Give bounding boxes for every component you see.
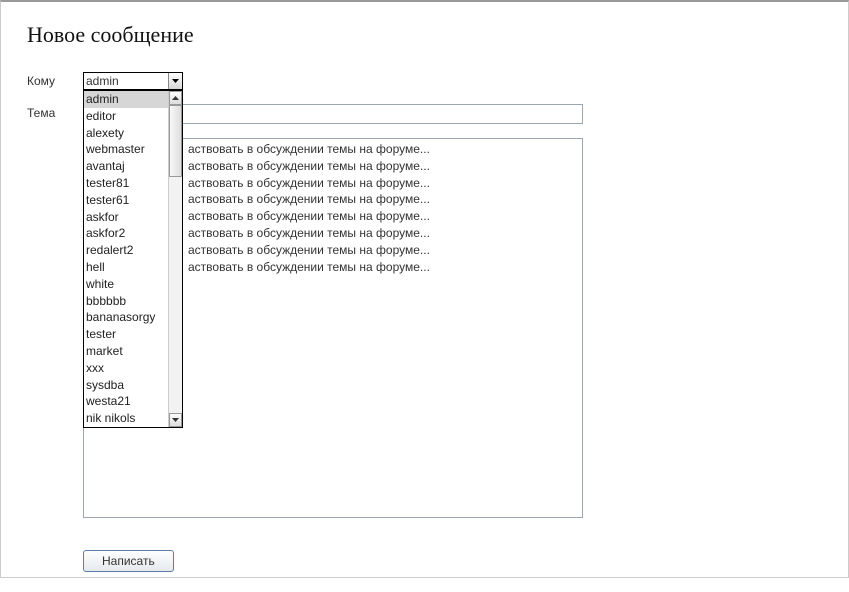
recipient-option[interactable]: westa21 bbox=[84, 393, 168, 410]
recipient-option[interactable]: hell bbox=[84, 259, 168, 276]
recipient-option[interactable]: xxx bbox=[84, 360, 168, 377]
recipient-option[interactable]: editor bbox=[84, 108, 168, 125]
recipient-option[interactable]: white bbox=[84, 276, 168, 293]
scroll-up-icon[interactable] bbox=[169, 91, 182, 105]
recipient-option[interactable]: alexety bbox=[84, 125, 168, 142]
recipient-option[interactable]: admin bbox=[84, 91, 168, 108]
recipient-option[interactable]: bananasorgy bbox=[84, 309, 168, 326]
recipient-dropdown: admin editor alexety webmaster avantaj t… bbox=[83, 90, 183, 428]
recipient-select[interactable]: admin bbox=[83, 72, 183, 90]
scroll-down-icon[interactable] bbox=[169, 413, 182, 427]
recipient-option-list: admin editor alexety webmaster avantaj t… bbox=[84, 91, 168, 427]
recipient-option[interactable]: tester bbox=[84, 326, 168, 343]
subject-label: Тема bbox=[27, 104, 83, 120]
dropdown-scrollbar[interactable] bbox=[168, 91, 182, 427]
chevron-down-icon[interactable] bbox=[168, 73, 182, 89]
recipient-option[interactable]: sysdba bbox=[84, 377, 168, 394]
recipient-option[interactable]: avantaj bbox=[84, 158, 168, 175]
recipient-option[interactable]: tester61 bbox=[84, 192, 168, 209]
recipient-row: Кому admin admin editor alexety webmaste… bbox=[27, 72, 822, 90]
recipient-select-value: admin bbox=[84, 73, 168, 89]
recipient-option[interactable]: webmaster bbox=[84, 141, 168, 158]
recipient-option[interactable]: askfor bbox=[84, 209, 168, 226]
recipient-option[interactable]: market bbox=[84, 343, 168, 360]
page-title: Новое сообщение bbox=[27, 22, 822, 48]
submit-button[interactable]: Написать bbox=[83, 550, 174, 572]
scroll-thumb[interactable] bbox=[169, 105, 182, 177]
recipient-option[interactable]: tester81 bbox=[84, 175, 168, 192]
recipient-option[interactable]: bbbbbb bbox=[84, 293, 168, 310]
to-label: Кому bbox=[27, 72, 83, 88]
scroll-track[interactable] bbox=[169, 105, 182, 413]
recipient-option[interactable]: redalert2 bbox=[84, 242, 168, 259]
recipient-option[interactable]: askfor2 bbox=[84, 225, 168, 242]
recipient-option[interactable]: nik nikols bbox=[84, 410, 168, 427]
